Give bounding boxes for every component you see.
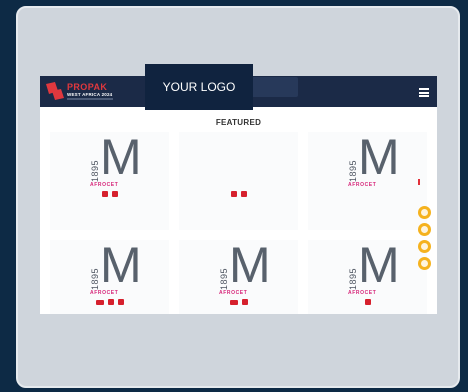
afrocet-logo: 1895 M AFROCET	[90, 129, 142, 188]
document-icon[interactable]	[111, 191, 118, 197]
afrocet-logo: 1895 M AFROCET	[348, 237, 400, 296]
brochure-icon[interactable]	[101, 191, 108, 197]
email-icon[interactable]	[418, 240, 431, 253]
section-title: FEATURED	[215, 118, 262, 127]
brand-underline	[67, 98, 113, 100]
featured-tile[interactable]: 1895 M AFROCET	[50, 132, 169, 230]
brochure-icon[interactable]	[241, 299, 248, 305]
featured-tile[interactable]: 1895 M AFROCET	[50, 240, 169, 314]
afrocet-logo: 1895 M AFROCET	[348, 129, 400, 188]
website-preview: PROPAK WEST AFRICA 2024 FEATURED 1895 M …	[40, 76, 437, 314]
document-icon[interactable]	[240, 191, 247, 197]
brochure-icon[interactable]	[107, 299, 114, 305]
brochure-icon[interactable]	[230, 191, 237, 197]
featured-tile[interactable]: 1895 M AFROCET	[308, 240, 427, 314]
hamburger-menu-icon[interactable]	[419, 88, 429, 97]
brand-name: PROPAK	[67, 82, 108, 92]
brochure-icon[interactable]	[364, 299, 371, 305]
featured-tile[interactable]	[179, 132, 298, 230]
tile-edge-marker	[418, 179, 420, 185]
video-icon[interactable]	[95, 300, 104, 305]
featured-tile[interactable]: 1895 M AFROCET	[308, 132, 427, 230]
video-icon[interactable]	[229, 300, 238, 305]
instagram-icon[interactable]	[418, 206, 431, 219]
featured-tile[interactable]: 1895 M AFROCET	[179, 240, 298, 314]
facebook-icon[interactable]	[418, 257, 431, 270]
your-logo-placeholder: YOUR LOGO	[145, 64, 253, 110]
document-icon[interactable]	[117, 299, 124, 305]
afrocet-logo: 1895 M AFROCET	[219, 237, 271, 296]
afrocet-logo: 1895 M AFROCET	[90, 237, 142, 296]
twitter-icon[interactable]	[418, 223, 431, 236]
brand-tagline: WEST AFRICA 2024	[67, 92, 113, 97]
propak-logo-icon	[46, 82, 64, 100]
